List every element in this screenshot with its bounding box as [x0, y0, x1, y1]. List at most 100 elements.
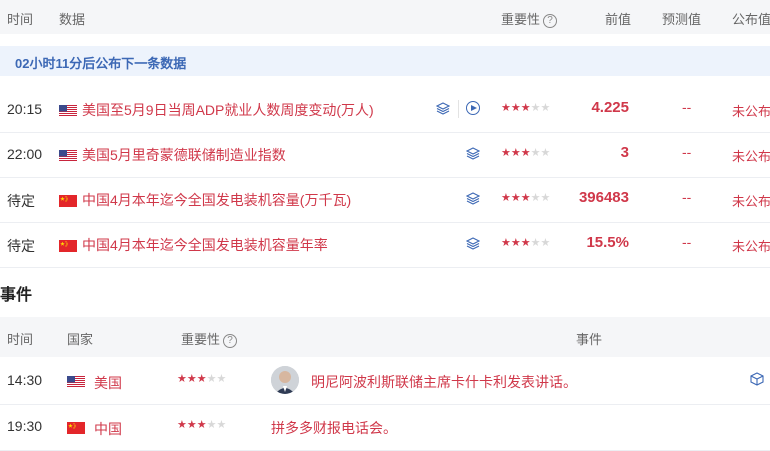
previous-value: 396483 [578, 189, 629, 206]
cn-flag-icon [67, 421, 85, 434]
event-text[interactable]: 拼多多财报电话会。 [271, 418, 397, 438]
row-time: 22:00 [7, 146, 43, 162]
star-icon: ★ [510, 192, 521, 204]
indicator-title[interactable]: 中国4月本年迄今全国发电装机容量(万千瓦) [82, 190, 351, 210]
importance-stars: ★★★★★ [177, 418, 226, 431]
us-flag-icon [59, 149, 77, 162]
forecast-value: -- [682, 234, 692, 250]
importance-stars: ★★★★★ [501, 236, 550, 249]
star-icon: ★ [540, 102, 551, 114]
event-text[interactable]: 明尼阿波利斯联储主席卡什卡利发表讲话。 [311, 372, 577, 392]
star-icon: ★ [501, 147, 511, 159]
event-time: 19:30 [7, 418, 43, 434]
star-icon: ★ [540, 237, 551, 249]
star-icon: ★ [196, 419, 207, 431]
help-icon[interactable]: ? [543, 14, 558, 28]
events-col-time: 时间 [7, 332, 34, 347]
previous-value: 15.5% [586, 234, 629, 251]
data-table-header: 时间 数据 重要性? 前值 预测值 公布值 [0, 0, 770, 34]
importance-stars: ★★★★★ [501, 191, 550, 204]
star-icon: ★ [196, 373, 207, 385]
event-row[interactable]: 19:30 中国 ★★★★★ 拼多多财报电话会。 [0, 404, 770, 451]
col-time: 时间 [7, 12, 34, 27]
star-icon: ★ [510, 237, 521, 249]
data-row[interactable]: 待定 中国4月本年迄今全国发电装机容量(万千瓦) ★★★★★ 396483 -- 未公布 [0, 177, 770, 223]
star-icon: ★ [177, 419, 187, 431]
col-previous: 前值 [605, 12, 632, 27]
help-icon[interactable]: ? [223, 334, 238, 348]
indicator-title[interactable]: 美国5月里奇蒙德联储制造业指数 [82, 145, 286, 165]
col-importance: 重要性? [501, 9, 558, 28]
row-time: 待定 [7, 238, 35, 254]
published-status: 未公布 [732, 194, 770, 209]
forecast-value: -- [682, 189, 692, 205]
next-release-banner: 02小时11分后公布下一条数据 [0, 46, 770, 76]
star-icon: ★ [510, 147, 521, 159]
layers-icon[interactable] [435, 102, 451, 116]
us-flag-icon [59, 104, 77, 117]
data-row[interactable]: 待定 中国4月本年迄今全国发电装机容量年率 ★★★★★ 15.5% -- 未公布 [0, 222, 770, 268]
cn-flag-icon [59, 194, 77, 207]
us-flag-icon [67, 375, 85, 388]
events-section-title: 事件 [0, 287, 33, 304]
next-release-text: 02小时11分后公布下一条数据 [15, 56, 187, 71]
previous-value: 3 [620, 144, 629, 161]
col-forecast: 预测值 [662, 12, 702, 27]
layers-icon[interactable] [465, 192, 481, 206]
previous-value: 4.225 [591, 99, 629, 116]
cube-icon[interactable] [750, 372, 764, 386]
star-icon: ★ [540, 147, 551, 159]
star-icon: ★ [206, 419, 217, 431]
star-icon: ★ [501, 102, 511, 114]
star-icon: ★ [186, 373, 197, 385]
star-icon: ★ [530, 237, 541, 249]
star-icon: ★ [520, 147, 531, 159]
star-icon: ★ [530, 102, 541, 114]
indicator-title[interactable]: 美国至5月9日当周ADP就业人数周度变动(万人) [82, 100, 374, 120]
cn-flag-icon [59, 239, 77, 252]
forecast-value: -- [682, 144, 692, 160]
star-icon: ★ [216, 419, 227, 431]
importance-stars: ★★★★★ [501, 146, 550, 159]
event-time: 14:30 [7, 372, 43, 388]
layers-icon[interactable] [465, 147, 481, 161]
row-time: 20:15 [7, 101, 43, 117]
star-icon: ★ [530, 147, 541, 159]
forecast-value: -- [682, 99, 692, 115]
star-icon: ★ [177, 373, 187, 385]
star-icon: ★ [520, 237, 531, 249]
star-icon: ★ [510, 102, 521, 114]
star-icon: ★ [530, 192, 541, 204]
star-icon: ★ [520, 192, 531, 204]
row-time: 待定 [7, 193, 35, 209]
events-table-header: 时间 国家 重要性? 事件 [0, 317, 770, 357]
events-col-event: 事件 [576, 332, 603, 347]
star-icon: ★ [520, 102, 531, 114]
layers-icon[interactable] [465, 237, 481, 251]
avatar [271, 366, 299, 394]
events-col-importance-label: 重要性 [181, 332, 221, 347]
separator [458, 100, 459, 118]
published-status: 未公布 [732, 239, 770, 254]
published-status: 未公布 [732, 104, 770, 119]
play-icon[interactable] [466, 101, 480, 115]
event-country: 中国 [94, 421, 122, 437]
data-row[interactable]: 20:15 美国至5月9日当周ADP就业人数周度变动(万人) ★★★★★ 4.225-… [0, 87, 770, 133]
importance-stars: ★★★★★ [177, 372, 226, 385]
event-country: 美国 [94, 375, 122, 391]
published-status: 未公布 [732, 149, 770, 164]
importance-stars: ★★★★★ [501, 101, 550, 114]
col-published: 公布值 [732, 12, 770, 27]
star-icon: ★ [206, 373, 217, 385]
event-row[interactable]: 14:30 美国 ★★★★★ 明尼阿波利斯联储主席卡什卡利发表讲话。 [0, 358, 770, 405]
data-row[interactable]: 22:00 美国5月里奇蒙德联储制造业指数 ★★★★★ 3 -- 未公布 [0, 132, 770, 178]
events-col-importance: 重要性? [181, 329, 238, 348]
star-icon: ★ [501, 192, 511, 204]
star-icon: ★ [186, 419, 197, 431]
star-icon: ★ [501, 237, 511, 249]
col-data: 数据 [59, 12, 86, 27]
star-icon: ★ [216, 373, 227, 385]
star-icon: ★ [540, 192, 551, 204]
events-col-country: 国家 [67, 332, 94, 347]
indicator-title[interactable]: 中国4月本年迄今全国发电装机容量年率 [82, 235, 328, 255]
